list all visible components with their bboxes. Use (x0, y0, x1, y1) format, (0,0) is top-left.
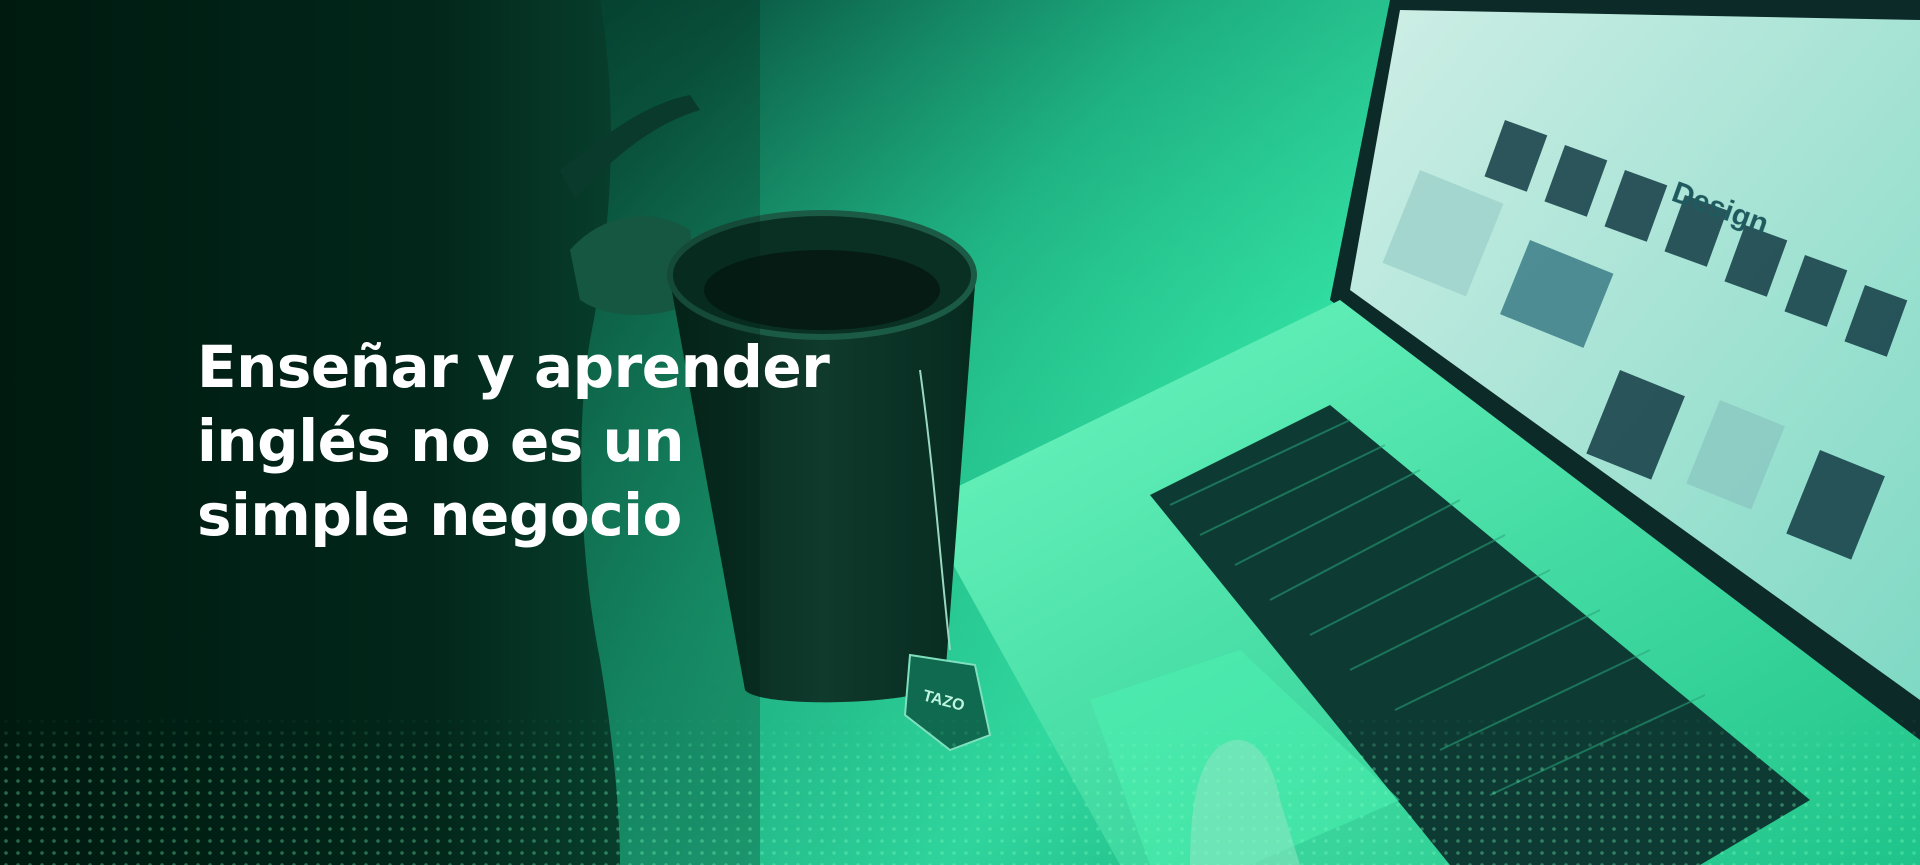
headline-line-2: inglés no es un (197, 407, 685, 475)
hero-headline: Enseñar y aprender inglés no es un simpl… (197, 330, 897, 552)
headline-line-3: simple negocio (197, 481, 682, 549)
hero-banner: Design TAZO Enseñar y aprender inglés no… (0, 0, 1920, 865)
headline-line-1: Enseñar y aprender (197, 333, 830, 401)
